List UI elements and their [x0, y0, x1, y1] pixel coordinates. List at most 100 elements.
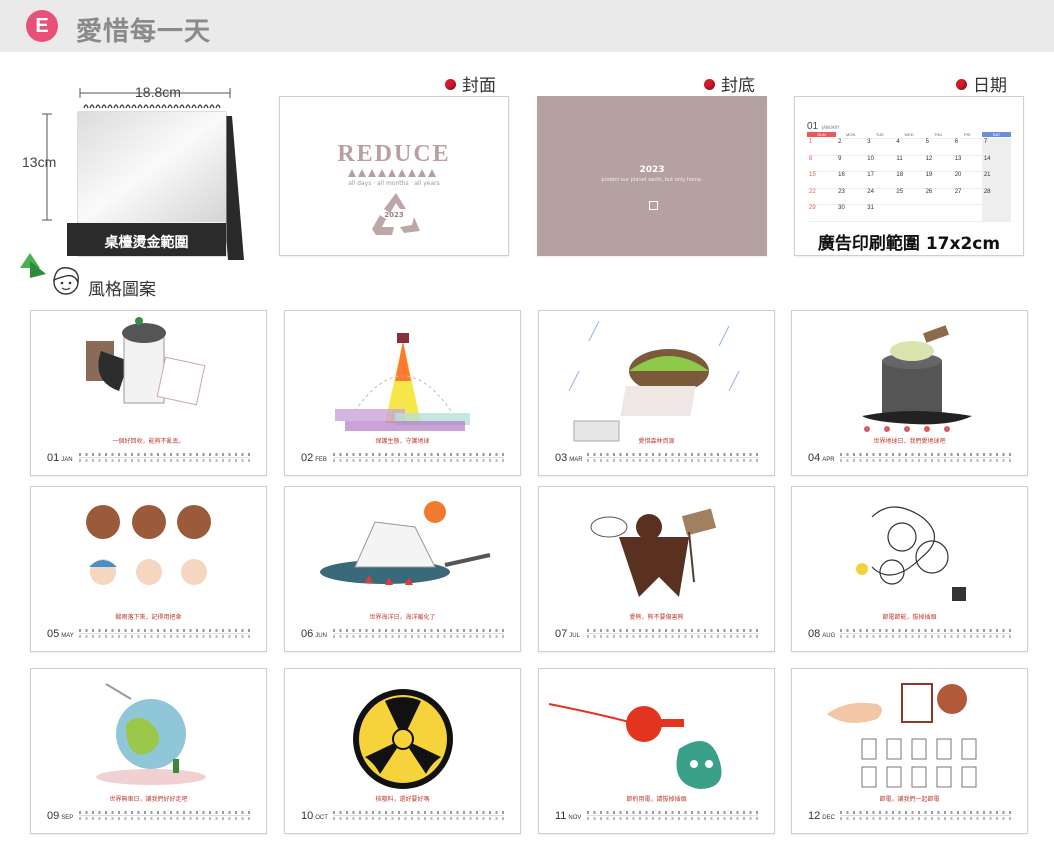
- cover-word: REDUCE: [337, 141, 451, 167]
- cover-year: 2023: [384, 211, 404, 219]
- month-panel: 節電，讓我們一起節電 12 DEC: [791, 668, 1028, 834]
- width-dimension-label: 18.8cm: [135, 84, 181, 100]
- month-number: 01: [47, 452, 60, 464]
- logo-icon: [649, 201, 658, 210]
- style-pattern-label: 風格圖案: [88, 280, 156, 300]
- month-abbr: NOV: [568, 815, 582, 821]
- date-cell: 30: [836, 205, 866, 222]
- date-weekday-header: SUN MON TUE WED THU FRI SAT: [807, 132, 1011, 137]
- day-strip: [840, 629, 1011, 638]
- date-cell: 22: [807, 189, 837, 206]
- date-cell: 9: [836, 156, 866, 173]
- cover-label: 封面: [445, 71, 496, 96]
- cover-panel: REDUCE all days · all months · all years…: [279, 96, 509, 256]
- weekday-label: TUE: [875, 132, 884, 137]
- month-abbr: MAY: [61, 633, 74, 639]
- day-strip: [840, 811, 1011, 820]
- date-cell: 2: [836, 139, 866, 156]
- month-abbr: MAR: [569, 457, 583, 463]
- weekday-label: WED: [904, 132, 914, 137]
- day-strip: [333, 811, 504, 820]
- date-cell: 26: [923, 189, 953, 206]
- month-abbr: JUN: [315, 633, 327, 639]
- date-month-name: JANUARY: [822, 125, 840, 130]
- day-strip: [333, 629, 504, 638]
- month-illustration: [86, 317, 206, 406]
- month-caption: 世界地球日，我們愛地球吧: [873, 438, 946, 445]
- month-illustration: [353, 689, 453, 789]
- month-number: 11: [555, 810, 567, 822]
- cover-tagline: all days · all months · all years: [348, 180, 440, 187]
- month-caption: 世界無車日，讓我們好好走吧: [109, 796, 188, 803]
- month-label: 03 MAR: [555, 452, 583, 464]
- month-label: 07 JUL: [555, 628, 580, 640]
- red-dot-icon: [704, 79, 715, 90]
- red-dot-icon: [956, 79, 967, 90]
- date-cell: 18: [894, 172, 924, 189]
- month-abbr: APR: [822, 457, 835, 463]
- date-cell: 3: [865, 139, 895, 156]
- day-strip: [79, 453, 250, 462]
- month-number: 04: [808, 452, 821, 464]
- month-panel: 節電節能，拔掉插頭 08 AUG: [791, 486, 1028, 652]
- month-caption: 節電節能，拔掉插頭: [882, 614, 937, 621]
- month-abbr: JAN: [61, 457, 73, 463]
- month-illustration: [827, 683, 977, 788]
- month-caption: 保護生態，守護地球: [375, 438, 430, 445]
- date-cell: 24: [865, 189, 895, 206]
- month-number: 05: [47, 628, 60, 640]
- month-caption: 愛熊，熊不要傷害熊: [629, 614, 684, 621]
- month-illustration: [590, 508, 717, 597]
- month-number: 07: [555, 628, 568, 640]
- month-panel: 世界海洋日，海洋暖化了 06 JUN: [284, 486, 521, 652]
- date-cell: 16: [836, 172, 866, 189]
- date-cell: 23: [836, 189, 866, 206]
- month-panel: 核廢料，還好要好嗎 10 OCT: [284, 668, 521, 834]
- month-illustration: [856, 506, 966, 601]
- date-cell: 27: [952, 189, 982, 206]
- month-illustration: [320, 501, 491, 585]
- month-number: 08: [808, 628, 821, 640]
- back-cover-year: 2023: [639, 165, 665, 175]
- day-strip: [333, 453, 504, 462]
- month-label: 01 JAN: [47, 452, 73, 464]
- month-abbr: FEB: [315, 457, 327, 463]
- month-illustration: [86, 505, 211, 585]
- day-strip: [840, 453, 1011, 462]
- day-strip: [587, 453, 758, 462]
- month-label: 02 FEB: [301, 452, 327, 464]
- month-abbr: JUL: [569, 633, 580, 639]
- date-cell: 4: [894, 139, 924, 156]
- date-cell: 14: [981, 155, 1011, 173]
- month-number: 10: [301, 810, 314, 822]
- date-cell: [981, 205, 1011, 222]
- day-strip: [587, 811, 758, 820]
- red-dot-icon: [445, 79, 456, 90]
- date-cell: 28: [981, 188, 1011, 206]
- date-cell: 5: [923, 139, 953, 156]
- date-cell: 13: [952, 156, 982, 173]
- page-header: E 愛惜每一天: [0, 0, 1054, 52]
- month-abbr: SEP: [61, 815, 74, 821]
- weekday-label: SUN: [807, 132, 837, 137]
- day-strip: [79, 629, 250, 638]
- date-cell: 6: [952, 139, 982, 156]
- back-cover-tagline: protect our planet earth, but only home.: [601, 177, 703, 183]
- day-strip: [587, 629, 758, 638]
- month-caption: 核廢料，還好要好嗎: [375, 796, 430, 803]
- month-caption: 愛惜森林資源: [638, 438, 675, 445]
- day-strip: [79, 811, 250, 820]
- month-number: 12: [808, 810, 821, 822]
- date-month-number: 01: [807, 121, 819, 132]
- month-panel: 酸雨落下來，記得用把傘 05 MAY: [30, 486, 267, 652]
- date-cell: 21: [981, 172, 1011, 189]
- date-cell: 12: [923, 156, 953, 173]
- month-panel: 世界無車日，讓我們好好走吧 09 SEP: [30, 668, 267, 834]
- month-label: 05 MAY: [47, 628, 74, 640]
- month-abbr: DEC: [822, 815, 835, 821]
- height-dimension-label: 13cm: [22, 154, 57, 170]
- date-grid: 1 2 3 4 5 6 7 8 9 10 11 12 13 14 15 16 17 18 19 20 21 22 23 24 2…: [807, 138, 1011, 222]
- date-cell: 8: [807, 156, 837, 173]
- date-cell: 15: [807, 172, 837, 189]
- month-panel: 節約用電，請拔掉插頭 11 NOV: [538, 668, 775, 834]
